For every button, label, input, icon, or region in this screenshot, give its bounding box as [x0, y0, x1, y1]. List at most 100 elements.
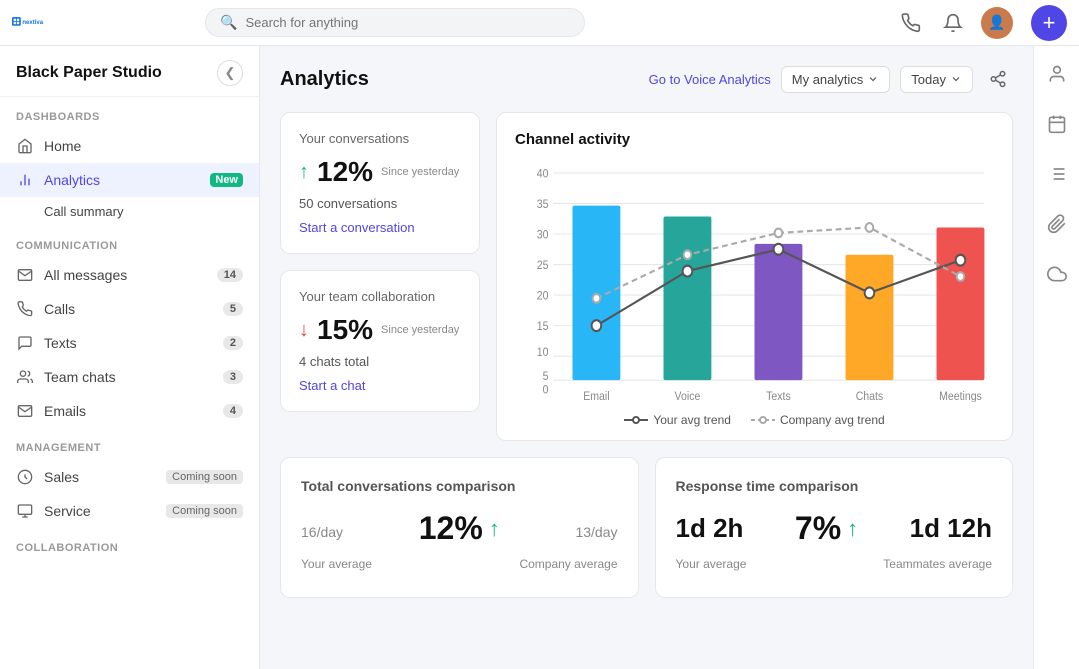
- collaboration-count: 4 chats total: [299, 354, 461, 369]
- today-dropdown[interactable]: Today: [900, 66, 973, 93]
- conversations-up-arrow: ↑: [299, 161, 309, 184]
- app-logo[interactable]: nextiva: [12, 7, 44, 39]
- total-up-arrow: ↑: [489, 516, 500, 542]
- sidebar-item-emails[interactable]: Emails 4: [0, 394, 259, 428]
- emails-badge: 4: [223, 404, 243, 418]
- sidebar-item-service[interactable]: Service Coming soon: [0, 494, 259, 528]
- conversations-card-label: Your conversations: [299, 131, 461, 146]
- calls-icon: [16, 300, 34, 318]
- svg-text:0: 0: [543, 384, 549, 397]
- channel-activity-title: Channel activity: [515, 131, 994, 148]
- section-collaboration-label: Collaboration: [0, 528, 259, 560]
- response-time-card: Response time comparison 1d 2h 7% ↑ 1d 1…: [655, 457, 1014, 598]
- all-messages-label: All messages: [44, 267, 207, 283]
- svg-text:30: 30: [537, 229, 549, 242]
- calls-label: Calls: [44, 301, 213, 317]
- service-label: Service: [44, 503, 156, 519]
- service-coming-soon-badge: Coming soon: [166, 504, 243, 518]
- calls-badge: 5: [223, 302, 243, 316]
- search-input[interactable]: [245, 15, 570, 30]
- start-chat-link[interactable]: Start a chat: [299, 378, 365, 393]
- analytics-new-badge: New: [210, 173, 243, 187]
- sidebar-item-all-messages[interactable]: All messages 14: [0, 258, 259, 292]
- total-labels-row: Your average Company average: [301, 553, 618, 571]
- svg-text:Email: Email: [583, 390, 609, 402]
- analytics-header: Analytics Go to Voice Analytics My analy…: [280, 64, 1013, 94]
- emails-icon: [16, 402, 34, 420]
- svg-text:Texts: Texts: [766, 390, 791, 402]
- svg-text:Voice: Voice: [675, 390, 701, 402]
- list-icon[interactable]: [1041, 158, 1073, 190]
- share-button[interactable]: [983, 64, 1013, 94]
- response-time-title: Response time comparison: [676, 478, 993, 494]
- response-teammates-label: Teammates average: [883, 557, 992, 571]
- sidebar-collapse-button[interactable]: ❮: [217, 60, 243, 86]
- sidebar-item-analytics[interactable]: Analytics New: [0, 163, 259, 197]
- analytics-icon: [16, 171, 34, 189]
- svg-text:nextiva: nextiva: [22, 19, 43, 25]
- response-your-label: Your average: [676, 557, 747, 571]
- emails-label: Emails: [44, 403, 213, 419]
- sidebar-item-sales[interactable]: Sales Coming soon: [0, 460, 259, 494]
- collaboration-percent: 15%: [317, 314, 373, 346]
- chart-legend: Your avg trend Company avg trend: [515, 413, 994, 427]
- sidebar-item-calls[interactable]: Calls 5: [0, 292, 259, 326]
- response-up-arrow: ↑: [847, 516, 858, 542]
- sidebar-header: Black Paper Studio ❮: [0, 46, 259, 97]
- response-comparison-row: 1d 2h 7% ↑ 1d 12h: [676, 510, 993, 547]
- total-comparison-title: Total conversations comparison: [301, 478, 618, 494]
- sales-icon: [16, 468, 34, 486]
- total-company-avg: 13/day: [575, 513, 617, 544]
- collaboration-card: Your team collaboration ↓ 15% Since yest…: [280, 270, 480, 412]
- collaboration-metric: ↓ 15% Since yesterday: [299, 314, 461, 346]
- sidebar-item-team-chats[interactable]: Team chats 3: [0, 360, 259, 394]
- phone-icon[interactable]: [897, 9, 925, 37]
- your-avg-legend: Your avg trend: [624, 413, 731, 427]
- main-content: Analytics Go to Voice Analytics My analy…: [260, 46, 1033, 669]
- svg-text:35: 35: [537, 198, 549, 211]
- svg-text:40: 40: [537, 168, 549, 181]
- top-navigation: nextiva 🔍 👤 +: [0, 0, 1079, 46]
- add-button[interactable]: +: [1031, 5, 1067, 41]
- my-analytics-dropdown[interactable]: My analytics: [781, 66, 891, 93]
- conversations-since: Since yesterday: [381, 166, 459, 178]
- search-icon: 🔍: [220, 14, 237, 31]
- sidebar-item-call-summary[interactable]: Call summary: [0, 197, 259, 226]
- bar-chart: 40 35 30 25 20 15 10 5 0: [515, 162, 994, 402]
- go-to-voice-link[interactable]: Go to Voice Analytics: [649, 72, 771, 87]
- response-labels-row: Your average Teammates average: [676, 553, 993, 571]
- company-avg-legend: Company avg trend: [751, 413, 885, 427]
- collaboration-since: Since yesterday: [381, 324, 459, 336]
- workspace-name: Black Paper Studio: [16, 64, 162, 82]
- page-title: Analytics: [280, 68, 649, 91]
- team-chats-icon: [16, 368, 34, 386]
- home-label: Home: [44, 138, 243, 154]
- all-messages-badge: 14: [217, 268, 243, 282]
- team-chats-badge: 3: [223, 370, 243, 384]
- conversations-card: Your conversations ↑ 12% Since yesterday…: [280, 112, 480, 254]
- sidebar-item-home[interactable]: Home: [0, 129, 259, 163]
- search-bar[interactable]: 🔍: [205, 8, 585, 37]
- right-icon-rail: [1033, 46, 1079, 669]
- sidebar-item-texts[interactable]: Texts 2: [0, 326, 259, 360]
- bottom-row: Total conversations comparison 16/day 12…: [280, 457, 1013, 598]
- response-teammates-avg: 1d 12h: [910, 513, 992, 544]
- top-nav-icons: 👤: [897, 7, 1013, 39]
- header-actions: Go to Voice Analytics My analytics Today: [649, 64, 1013, 94]
- notifications-icon[interactable]: [939, 9, 967, 37]
- channel-activity-card: Channel activity 40 35: [496, 112, 1013, 441]
- svg-text:10: 10: [537, 347, 549, 360]
- paperclip-icon[interactable]: [1041, 208, 1073, 240]
- total-your-label: Your average: [301, 557, 372, 571]
- conversations-metric: ↑ 12% Since yesterday: [299, 156, 461, 188]
- avatar[interactable]: 👤: [981, 7, 1013, 39]
- cloud-icon[interactable]: [1041, 258, 1073, 290]
- contact-icon[interactable]: [1041, 58, 1073, 90]
- left-cards: Your conversations ↑ 12% Since yesterday…: [280, 112, 480, 412]
- start-conversation-link[interactable]: Start a conversation: [299, 220, 415, 235]
- team-chats-label: Team chats: [44, 369, 213, 385]
- call-summary-label: Call summary: [44, 204, 123, 219]
- sales-coming-soon-badge: Coming soon: [166, 470, 243, 484]
- calendar-icon[interactable]: [1041, 108, 1073, 140]
- response-your-avg: 1d 2h: [676, 513, 744, 544]
